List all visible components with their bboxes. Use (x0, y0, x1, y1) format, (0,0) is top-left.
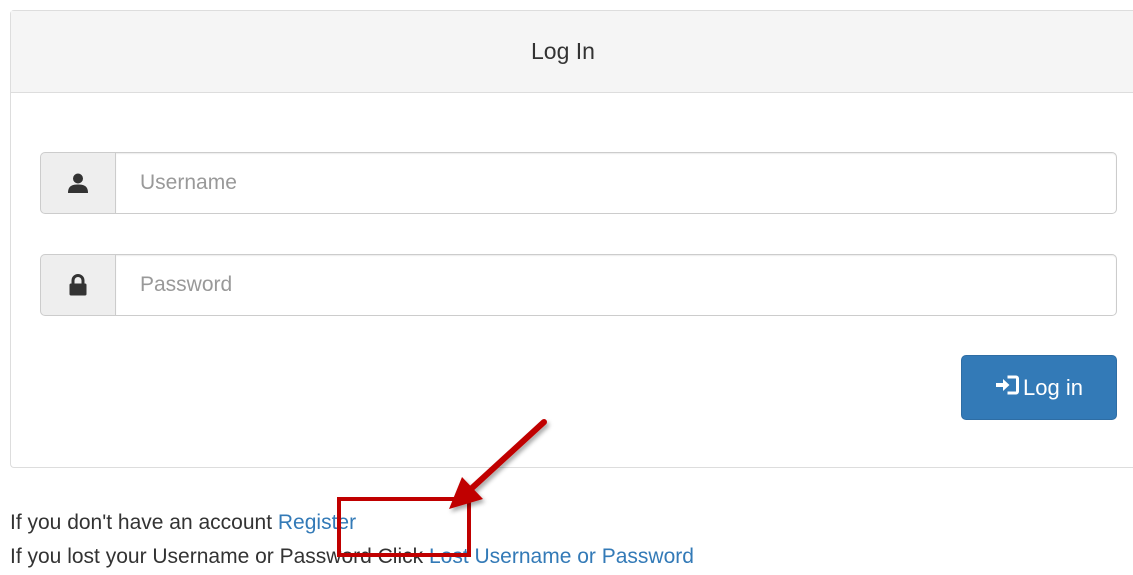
login-button[interactable]: Log in (961, 355, 1117, 420)
panel-heading: Log In (11, 11, 1133, 93)
sign-in-icon (995, 375, 1020, 401)
username-input-group (40, 152, 1117, 214)
account-help-text: If you don't have an account Register If… (10, 506, 694, 574)
lost-credentials-line: If you lost your Username or Password Cl… (10, 540, 694, 574)
username-input[interactable] (115, 152, 1117, 214)
password-input-group (40, 254, 1117, 316)
login-page: Log In Username Log in If you don't have… (0, 0, 1133, 575)
register-line: If you don't have an account Register (10, 506, 694, 540)
password-input[interactable] (115, 254, 1117, 316)
register-prefix: If you don't have an account (10, 511, 273, 534)
panel-title: Log In (531, 38, 595, 64)
login-panel: Log In Username Log in (10, 10, 1133, 468)
lock-icon (40, 254, 115, 316)
login-button-label: Log in (1023, 374, 1083, 400)
lost-prefix: If you lost your Username or Password Cl… (10, 545, 424, 568)
lost-username-password-link[interactable]: Lost Username or Password (429, 545, 694, 568)
register-link[interactable]: Register (278, 511, 356, 534)
user-icon (40, 152, 115, 214)
